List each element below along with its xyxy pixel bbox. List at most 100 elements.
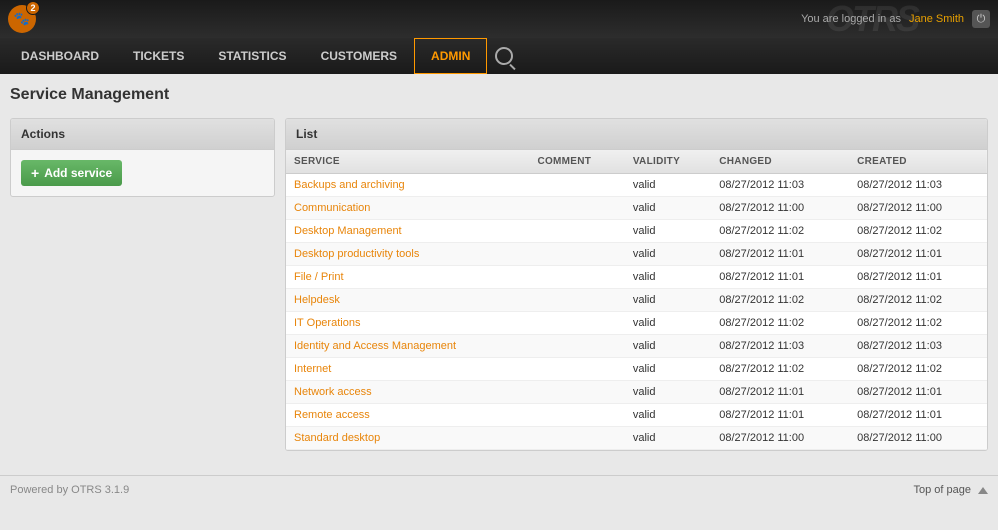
cell-service[interactable]: Desktop productivity tools: [286, 243, 529, 266]
service-link[interactable]: Identity and Access Management: [294, 340, 456, 352]
cell-validity: valid: [625, 427, 711, 450]
table-row: Helpdeskvalid08/27/2012 11:0208/27/2012 …: [286, 289, 987, 312]
cell-validity: valid: [625, 289, 711, 312]
service-link[interactable]: Helpdesk: [294, 294, 340, 306]
list-area: List SERVICE COMMENT VALIDITY CHANGED CR…: [285, 118, 988, 451]
cell-validity: valid: [625, 243, 711, 266]
cell-service[interactable]: Internet: [286, 358, 529, 381]
cell-validity: valid: [625, 220, 711, 243]
cell-comment: [529, 220, 624, 243]
cell-changed: 08/27/2012 11:02: [711, 289, 849, 312]
cell-created: 08/27/2012 11:01: [849, 381, 987, 404]
nav-statistics[interactable]: STATISTICS: [201, 38, 303, 74]
page-title: Service Management: [10, 86, 988, 104]
table-row: Identity and Access Managementvalid08/27…: [286, 335, 987, 358]
cell-validity: valid: [625, 266, 711, 289]
table-row: Communicationvalid08/27/2012 11:0008/27/…: [286, 197, 987, 220]
list-section-title: List: [286, 119, 987, 150]
service-link[interactable]: Remote access: [294, 409, 370, 421]
service-link[interactable]: Internet: [294, 363, 331, 375]
username-text: Jane Smith: [909, 13, 964, 25]
top-bar-left: 🐾 2: [8, 5, 36, 33]
service-link[interactable]: Desktop productivity tools: [294, 248, 419, 260]
cell-validity: valid: [625, 404, 711, 427]
col-created: CREATED: [849, 150, 987, 174]
notification-badge: 2: [26, 1, 40, 15]
cell-comment: [529, 174, 624, 197]
nav-bar: DASHBOARD TICKETS STATISTICS CUSTOMERS A…: [0, 38, 998, 74]
cell-created: 08/27/2012 11:02: [849, 220, 987, 243]
top-bar: 🐾 2 OTRS You are logged in as Jane Smith…: [0, 0, 998, 38]
cell-service[interactable]: Backups and archiving: [286, 174, 529, 197]
nav-search-button[interactable]: [487, 38, 521, 74]
cell-validity: valid: [625, 358, 711, 381]
table-body: Backups and archivingvalid08/27/2012 11:…: [286, 174, 987, 450]
cell-changed: 08/27/2012 11:02: [711, 312, 849, 335]
cell-service[interactable]: File / Print: [286, 266, 529, 289]
cell-changed: 08/27/2012 11:01: [711, 266, 849, 289]
cell-service[interactable]: Remote access: [286, 404, 529, 427]
top-of-page-link[interactable]: Top of page: [914, 484, 989, 496]
table-header-row: SERVICE COMMENT VALIDITY CHANGED CREATED: [286, 150, 987, 174]
table-row: Standard desktopvalid08/27/2012 11:0008/…: [286, 427, 987, 450]
cell-service[interactable]: IT Operations: [286, 312, 529, 335]
cell-changed: 08/27/2012 11:00: [711, 197, 849, 220]
list-section: List SERVICE COMMENT VALIDITY CHANGED CR…: [285, 118, 988, 451]
services-table: SERVICE COMMENT VALIDITY CHANGED CREATED…: [286, 150, 987, 450]
actions-section-title: Actions: [11, 119, 274, 150]
nav-dashboard[interactable]: DASHBOARD: [4, 38, 116, 74]
cell-comment: [529, 197, 624, 220]
service-link[interactable]: Standard desktop: [294, 432, 380, 444]
nav-admin[interactable]: ADMIN: [414, 38, 487, 74]
cell-service[interactable]: Identity and Access Management: [286, 335, 529, 358]
service-link[interactable]: Backups and archiving: [294, 179, 405, 191]
cell-service[interactable]: Network access: [286, 381, 529, 404]
top-of-page-label: Top of page: [914, 484, 972, 496]
col-service: SERVICE: [286, 150, 529, 174]
top-arrow-icon: [978, 487, 988, 494]
cell-changed: 08/27/2012 11:00: [711, 427, 849, 450]
table-row: Remote accessvalid08/27/2012 11:0108/27/…: [286, 404, 987, 427]
add-service-button[interactable]: + Add service: [21, 160, 122, 186]
sidebar: Actions + Add service: [10, 118, 275, 451]
cell-created: 08/27/2012 11:01: [849, 404, 987, 427]
cell-changed: 08/27/2012 11:03: [711, 174, 849, 197]
table-row: Network accessvalid08/27/2012 11:0108/27…: [286, 381, 987, 404]
service-link[interactable]: Network access: [294, 386, 372, 398]
col-validity: VALIDITY: [625, 150, 711, 174]
table-row: Internetvalid08/27/2012 11:0208/27/2012 …: [286, 358, 987, 381]
table-row: File / Printvalid08/27/2012 11:0108/27/2…: [286, 266, 987, 289]
user-greeting-text: You are logged in as: [801, 13, 901, 25]
col-comment: COMMENT: [529, 150, 624, 174]
cell-created: 08/27/2012 11:02: [849, 289, 987, 312]
cell-created: 08/27/2012 11:01: [849, 266, 987, 289]
cell-changed: 08/27/2012 11:01: [711, 404, 849, 427]
service-link[interactable]: Communication: [294, 202, 370, 214]
cell-created: 08/27/2012 11:03: [849, 174, 987, 197]
cell-service[interactable]: Standard desktop: [286, 427, 529, 450]
service-link[interactable]: File / Print: [294, 271, 344, 283]
actions-section: Actions + Add service: [10, 118, 275, 197]
powered-by-text: Powered by OTRS 3.1.9: [10, 484, 129, 496]
cell-comment: [529, 404, 624, 427]
main-layout: Actions + Add service List SERVICE CO: [10, 118, 988, 451]
user-info: You are logged in as Jane Smith ⏻: [801, 10, 990, 28]
nav-tickets[interactable]: TICKETS: [116, 38, 201, 74]
cell-changed: 08/27/2012 11:01: [711, 243, 849, 266]
sidebar-body: + Add service: [11, 150, 274, 196]
cell-comment: [529, 381, 624, 404]
logout-button[interactable]: ⏻: [972, 10, 990, 28]
user-avatar[interactable]: 🐾 2: [8, 5, 36, 33]
footer: Powered by OTRS 3.1.9 Top of page: [0, 475, 998, 504]
nav-customers[interactable]: CUSTOMERS: [304, 38, 414, 74]
cell-created: 08/27/2012 11:03: [849, 335, 987, 358]
cell-service[interactable]: Desktop Management: [286, 220, 529, 243]
cell-changed: 08/27/2012 11:02: [711, 220, 849, 243]
service-link[interactable]: IT Operations: [294, 317, 360, 329]
service-link[interactable]: Desktop Management: [294, 225, 402, 237]
cell-service[interactable]: Communication: [286, 197, 529, 220]
content-area: Service Management Actions + Add service…: [0, 74, 998, 463]
cell-changed: 08/27/2012 11:02: [711, 358, 849, 381]
cell-comment: [529, 266, 624, 289]
cell-service[interactable]: Helpdesk: [286, 289, 529, 312]
